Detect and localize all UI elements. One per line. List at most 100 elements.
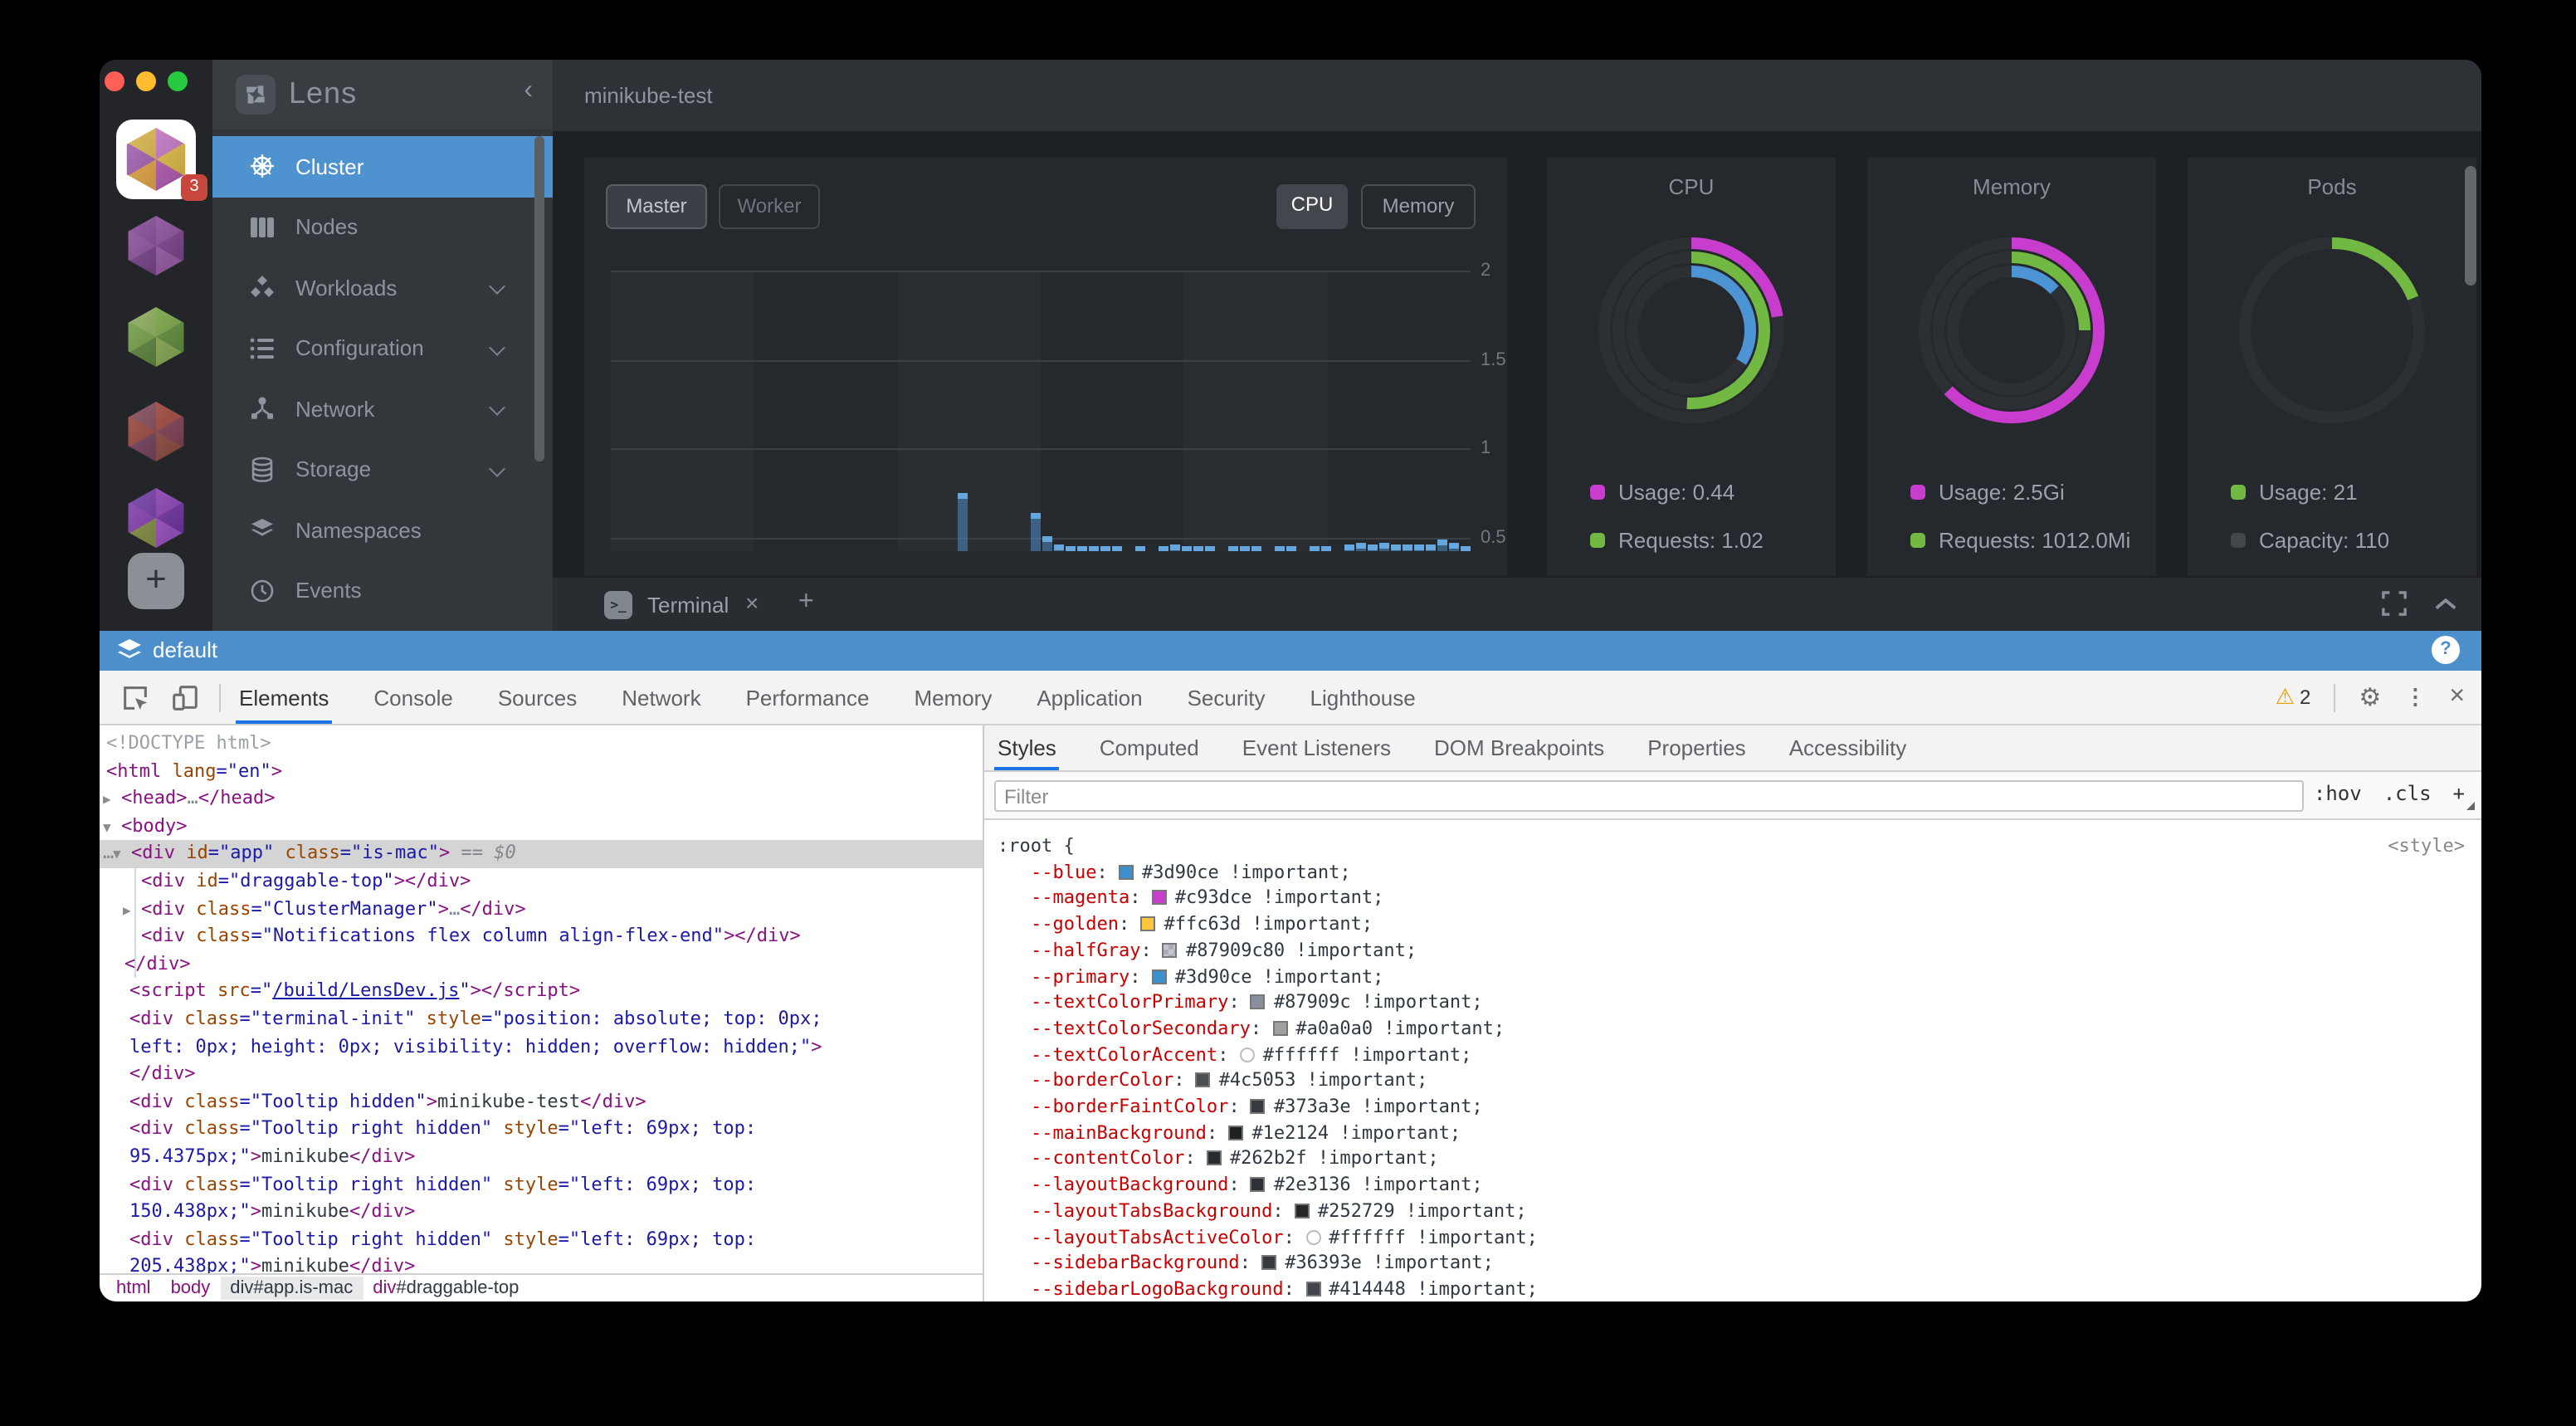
sidebar-item-network[interactable]: Network bbox=[212, 378, 553, 439]
color-swatch[interactable] bbox=[1251, 1099, 1266, 1114]
dom-tree-row[interactable]: ▶<div class="ClusterManager">…</div> bbox=[100, 896, 983, 923]
css-variable-row[interactable]: --borderFaintColor: #373a3e !important; bbox=[998, 1094, 2481, 1120]
terminal-tab[interactable]: Terminal bbox=[647, 593, 729, 618]
dashboard-scrollbar[interactable] bbox=[2465, 166, 2476, 286]
inspect-element-icon[interactable] bbox=[120, 682, 151, 714]
tab-application[interactable]: Application bbox=[1037, 671, 1142, 724]
styles-filter-input[interactable] bbox=[994, 780, 2304, 812]
css-variable-row[interactable]: --textColorSecondary: #a0a0a0 !important… bbox=[998, 1016, 2481, 1042]
dom-tree-row[interactable]: </div> bbox=[100, 1061, 983, 1088]
cluster-icon-cluster-4[interactable] bbox=[124, 402, 188, 463]
tab-accessibility[interactable]: Accessibility bbox=[1789, 725, 1907, 770]
sidebar-item-storage[interactable]: Storage bbox=[212, 439, 553, 500]
node-filter-master[interactable]: Master bbox=[606, 184, 707, 229]
dom-tree-row[interactable]: <div class="terminal-init" style="positi… bbox=[100, 1006, 983, 1033]
color-swatch[interactable] bbox=[1272, 1021, 1287, 1036]
dom-tree-row[interactable]: left: 0px; height: 0px; visibility: hidd… bbox=[100, 1033, 983, 1061]
tab-dom-breakpoints[interactable]: DOM Breakpoints bbox=[1434, 725, 1604, 770]
color-swatch[interactable] bbox=[1207, 1151, 1222, 1166]
terminal-close-icon[interactable]: × bbox=[745, 589, 759, 616]
dom-tree-row[interactable]: 95.4375px;">minikube</div> bbox=[100, 1144, 983, 1171]
color-swatch[interactable] bbox=[1119, 864, 1134, 879]
class-toggle[interactable]: .cls bbox=[2383, 782, 2432, 805]
zoom-button[interactable] bbox=[168, 71, 188, 91]
metric-toggle-cpu[interactable]: CPU bbox=[1276, 184, 1348, 229]
expand-arrow-open-icon[interactable]: ▼ bbox=[103, 815, 111, 842]
stylesheet-source-link[interactable]: <style> bbox=[2388, 833, 2465, 859]
chevron-down-icon[interactable] bbox=[489, 399, 505, 416]
css-variable-row[interactable]: --mainBackground: #1e2124 !important; bbox=[998, 1120, 2481, 1145]
css-variable-row[interactable]: --sidebarBackground: #36393e !important; bbox=[998, 1251, 2481, 1277]
node-filter-worker[interactable]: Worker bbox=[719, 184, 820, 229]
tab-console[interactable]: Console bbox=[373, 671, 452, 724]
tab-styles[interactable]: Styles bbox=[998, 725, 1056, 770]
dock-fullscreen-icon[interactable] bbox=[2382, 591, 2407, 624]
minimize-button[interactable] bbox=[136, 71, 156, 91]
dom-tree-row[interactable]: <div class="Notifications flex column al… bbox=[100, 923, 983, 950]
breadcrumb-item[interactable]: body bbox=[161, 1277, 221, 1300]
css-variable-row[interactable]: --primary: #3d90ce !important; bbox=[998, 964, 2481, 989]
color-swatch[interactable] bbox=[1163, 943, 1178, 958]
color-swatch[interactable] bbox=[1251, 1177, 1266, 1192]
tab-event-listeners[interactable]: Event Listeners bbox=[1242, 725, 1391, 770]
cluster-icon-cluster-2[interactable] bbox=[124, 216, 188, 277]
css-variable-row[interactable]: --layoutBackground: #2e3136 !important; bbox=[998, 1172, 2481, 1198]
chevron-down-icon[interactable] bbox=[489, 460, 505, 476]
css-variable-row[interactable]: --sidebarLogoBackground: #414448 !import… bbox=[998, 1277, 2481, 1301]
cluster-icon-cluster-3[interactable] bbox=[124, 307, 188, 369]
devtools-close-icon[interactable]: × bbox=[2449, 682, 2465, 712]
tab-network[interactable]: Network bbox=[622, 671, 700, 724]
devtools-menu-icon[interactable]: ⋮ bbox=[2404, 684, 2426, 711]
dom-tree-row[interactable]: <div id="draggable-top"></div> bbox=[100, 868, 983, 896]
add-cluster-button[interactable]: + bbox=[128, 553, 184, 609]
tab-properties[interactable]: Properties bbox=[1647, 725, 1746, 770]
sidebar-scrollbar[interactable] bbox=[534, 136, 544, 461]
chevron-down-icon[interactable] bbox=[489, 278, 505, 295]
dom-tree-row[interactable]: <!DOCTYPE html> bbox=[100, 730, 983, 758]
expand-arrow-closed-icon[interactable]: ▶ bbox=[123, 897, 131, 925]
dom-tree-row[interactable]: </div> bbox=[100, 951, 983, 979]
dock-collapse-icon[interactable] bbox=[2433, 591, 2458, 624]
color-swatch[interactable] bbox=[1140, 916, 1155, 931]
breadcrumb-item[interactable]: html bbox=[106, 1277, 161, 1300]
css-variable-row[interactable]: --blue: #3d90ce !important; bbox=[998, 859, 2481, 885]
sidebar-collapse-button[interactable]: ‹ bbox=[524, 76, 533, 106]
color-swatch[interactable] bbox=[1261, 1256, 1276, 1271]
new-style-rule-button[interactable]: + bbox=[2453, 782, 2465, 805]
color-swatch[interactable] bbox=[1295, 1204, 1310, 1218]
tab-lighthouse[interactable]: Lighthouse bbox=[1310, 671, 1416, 724]
css-variable-row[interactable]: --halfGray: #87909c80 !important; bbox=[998, 938, 2481, 964]
css-variable-row[interactable]: --contentColor: #262b2f !important; bbox=[998, 1146, 2481, 1172]
color-swatch[interactable] bbox=[1240, 1047, 1255, 1062]
pseudo-state-toggle[interactable]: :hov bbox=[2314, 782, 2362, 805]
cluster-icon-minikube-test[interactable]: 3 bbox=[116, 120, 196, 199]
dom-tree-row[interactable]: 205.438px;">minikube</div> bbox=[100, 1254, 983, 1273]
namespace-label[interactable]: default bbox=[153, 637, 217, 662]
css-variable-row[interactable]: --borderColor: #4c5053 !important; bbox=[998, 1068, 2481, 1094]
color-swatch[interactable] bbox=[1305, 1282, 1320, 1297]
expand-arrow-closed-icon[interactable]: ▶ bbox=[103, 787, 111, 814]
dom-tree-row[interactable]: <div class="Tooltip right hidden" style=… bbox=[100, 1171, 983, 1199]
dom-tree-row[interactable]: 150.438px;">minikube</div> bbox=[100, 1199, 983, 1226]
dom-tree-row[interactable]: <script src="/build/LensDev.js"></script… bbox=[100, 979, 983, 1006]
tab-sources[interactable]: Sources bbox=[498, 671, 577, 724]
devtools-settings-icon[interactable]: ⚙ bbox=[2359, 682, 2381, 712]
color-swatch[interactable] bbox=[1305, 1229, 1320, 1244]
sidebar-item-namespaces[interactable]: Namespaces bbox=[212, 500, 553, 560]
tab-security[interactable]: Security bbox=[1188, 671, 1266, 724]
dom-tree-row[interactable]: <div class="Tooltip right hidden" style=… bbox=[100, 1226, 983, 1253]
color-swatch[interactable] bbox=[1228, 1125, 1243, 1140]
color-swatch[interactable] bbox=[1251, 994, 1266, 1009]
dom-tree-row[interactable]: <div class="Tooltip hidden">minikube-tes… bbox=[100, 1088, 983, 1116]
dom-tree-row[interactable]: ▶<head>…</head> bbox=[100, 785, 983, 813]
dom-tree-row[interactable]: …▼<div id="app" class="is-mac"> == $0 bbox=[100, 841, 983, 868]
tab-elements[interactable]: Elements bbox=[239, 671, 329, 724]
warnings-badge[interactable]: ⚠ 2 bbox=[2276, 684, 2311, 711]
help-button[interactable]: ? bbox=[2432, 636, 2460, 664]
color-swatch[interactable] bbox=[1152, 891, 1167, 906]
css-variable-row[interactable]: --layoutTabsActiveColor: #ffffff !import… bbox=[998, 1224, 2481, 1250]
expand-arrow-open-icon[interactable]: ▼ bbox=[113, 842, 121, 870]
breadcrumb-item[interactable]: div#draggable-top bbox=[363, 1277, 529, 1300]
sidebar-item-workloads[interactable]: Workloads bbox=[212, 257, 553, 318]
color-swatch[interactable] bbox=[1152, 969, 1167, 984]
